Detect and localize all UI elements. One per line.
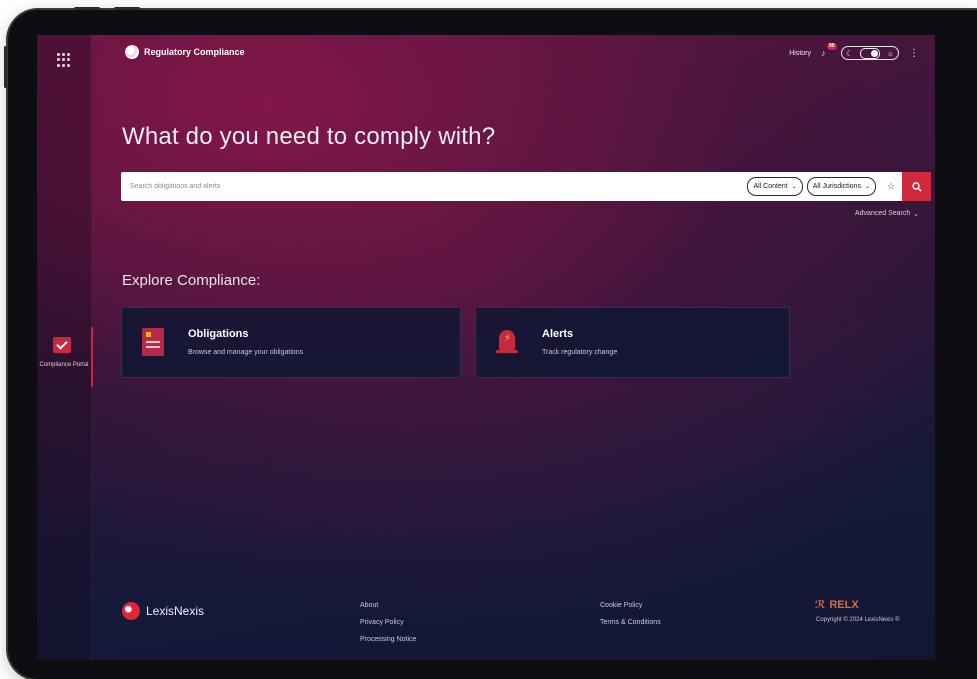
app-screen: Compliance Portal Regulatory Compliance … bbox=[37, 35, 935, 660]
obligations-list-icon bbox=[142, 328, 164, 356]
jurisdiction-filter-dropdown[interactable]: All Jurisdictions ⌄ bbox=[806, 177, 876, 196]
app-grid-icon[interactable] bbox=[57, 53, 71, 67]
tablet-side-button bbox=[4, 46, 7, 88]
bell-icon: ♪ bbox=[821, 48, 826, 58]
more-menu-icon[interactable]: ⋮ bbox=[909, 48, 919, 59]
lexisnexis-logo-icon bbox=[122, 602, 140, 620]
app-brand[interactable]: Regulatory Compliance bbox=[125, 45, 245, 59]
relx-logo: ℛ RELX bbox=[815, 598, 859, 612]
theme-toggle[interactable]: ☾ ☼ bbox=[841, 46, 899, 60]
chevron-down-icon: ⌄ bbox=[864, 184, 870, 190]
footer-link-terms[interactable]: Terms & Conditions bbox=[600, 619, 661, 626]
compliance-portal-icon bbox=[53, 337, 71, 353]
obligations-card[interactable]: Obligations Browse and manage your oblig… bbox=[121, 307, 461, 378]
footer-link-cookie[interactable]: Cookie Policy bbox=[600, 602, 642, 609]
card-title: Alerts bbox=[542, 328, 574, 340]
left-rail: Compliance Portal bbox=[37, 35, 93, 660]
rail-item-label: Compliance Portal bbox=[39, 362, 89, 368]
chevron-down-icon: ⌄ bbox=[913, 211, 920, 218]
advanced-search-toggle[interactable]: Advanced Search ⌄ bbox=[855, 210, 919, 218]
notification-badge: 99 bbox=[827, 43, 837, 50]
notifications-button[interactable]: ♪ 99 bbox=[821, 43, 837, 58]
chevron-down-icon: ⌄ bbox=[791, 184, 797, 190]
footer-link-about[interactable]: About bbox=[360, 602, 378, 609]
advanced-search-label: Advanced Search bbox=[855, 210, 911, 217]
tablet-top-button bbox=[74, 7, 100, 10]
relx-label: RELX bbox=[829, 598, 859, 611]
tablet-top-button-2 bbox=[114, 7, 140, 10]
top-bar: History ♪ 99 ☾ ☼ ⋮ bbox=[789, 43, 919, 60]
alerts-card[interactable]: ⚡ Alerts Track regulatory change bbox=[475, 307, 790, 378]
copyright: Copyright © 2024 LexisNexis ® bbox=[816, 617, 900, 623]
explore-heading: Explore Compliance: bbox=[122, 272, 261, 289]
lexisnexis-logo-icon bbox=[125, 45, 139, 59]
footer-link-processing[interactable]: Processing Notice bbox=[360, 636, 416, 643]
relx-icon: ℛ bbox=[815, 599, 826, 611]
alert-bell-icon: ⚡ bbox=[496, 328, 518, 356]
sun-icon: ☼ bbox=[886, 48, 894, 58]
search-button[interactable] bbox=[902, 172, 931, 201]
content-filter-dropdown[interactable]: All Content ⌄ bbox=[747, 177, 803, 196]
theme-switch bbox=[859, 47, 880, 59]
card-title: Obligations bbox=[188, 328, 249, 340]
history-link[interactable]: History bbox=[789, 50, 811, 57]
footer-brand-name: LexisNexis bbox=[146, 604, 205, 618]
footer-link-privacy[interactable]: Privacy Policy bbox=[360, 619, 404, 626]
jurisdiction-filter-label: All Jurisdictions bbox=[812, 183, 861, 190]
footer: LexisNexis About Privacy Policy Processi… bbox=[37, 580, 935, 660]
card-subtitle: Track regulatory change bbox=[542, 349, 618, 356]
search-bar: All Content ⌄ All Jurisdictions ⌄ ☆ bbox=[121, 172, 931, 201]
footer-brand[interactable]: LexisNexis bbox=[122, 602, 204, 620]
page-headline: What do you need to comply with? bbox=[122, 123, 496, 150]
app-title: Regulatory Compliance bbox=[144, 47, 245, 57]
moon-icon: ☾ bbox=[846, 48, 854, 58]
content-filter-label: All Content bbox=[753, 183, 788, 190]
search-input[interactable] bbox=[121, 172, 748, 201]
search-icon bbox=[911, 181, 921, 191]
rail-item-compliance-portal[interactable]: Compliance Portal bbox=[37, 327, 93, 387]
favorite-star-icon[interactable]: ☆ bbox=[880, 181, 902, 192]
card-subtitle: Browse and manage your obligations bbox=[188, 349, 304, 356]
